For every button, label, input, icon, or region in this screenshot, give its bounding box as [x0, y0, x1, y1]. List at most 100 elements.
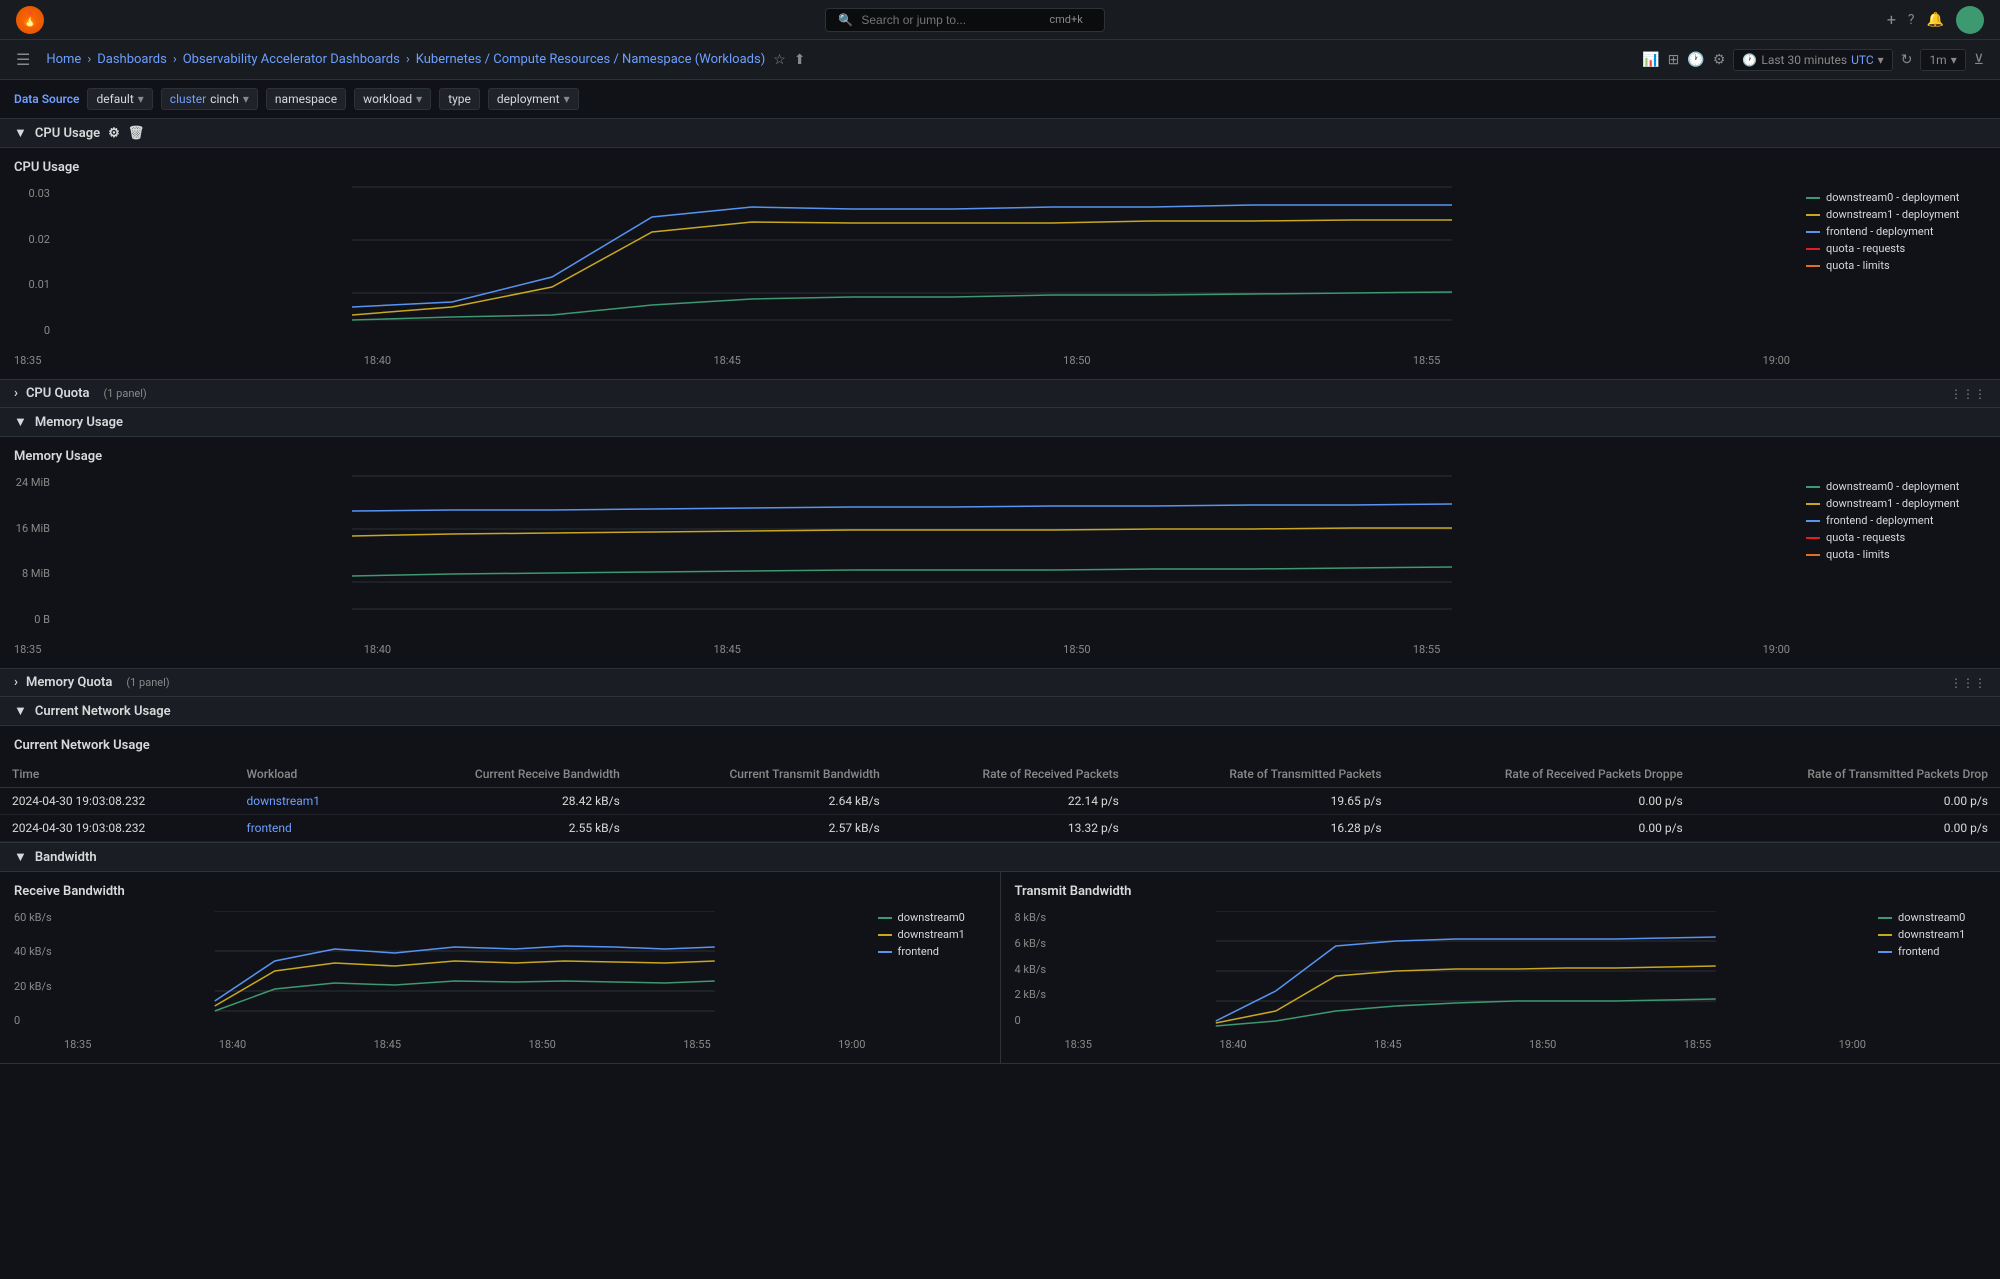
- clock-icon[interactable]: 🕐: [1687, 52, 1704, 68]
- search-input[interactable]: [861, 13, 1041, 27]
- col-trans-pkt: Rate of Transmitted Packets: [1131, 761, 1394, 788]
- bandwidth-collapse-icon: ▼: [14, 849, 27, 865]
- cell-recv-pkt-2: 13.32 p/s: [892, 815, 1131, 842]
- notification-icon[interactable]: 🔔: [1927, 12, 1944, 28]
- memory-quota-section-header[interactable]: › Memory Quota (1 panel) ⋮⋮⋮: [0, 669, 2000, 697]
- breadcrumb-kubernetes[interactable]: Kubernetes / Compute Resources / Namespa…: [416, 52, 766, 67]
- memory-y-axis: 24 MiB 16 MiB 8 MiB 0 B: [14, 476, 54, 626]
- cpu-usage-panel: CPU Usage 0.03 0.02 0.01 0: [0, 148, 2000, 380]
- apps-icon[interactable]: ⊞: [1668, 52, 1680, 68]
- cpu-settings-icon[interactable]: ⚙: [108, 126, 120, 141]
- nav-right: 📊 ⊞ 🕐 ⚙ 🕐 Last 30 minutes UTC ▾ ↻ 1m ▾ ⊻: [1642, 49, 1984, 71]
- receive-chart-svg: [64, 911, 866, 1031]
- nav-bar: ☰ Home › Dashboards › Observability Acce…: [0, 40, 2000, 80]
- share-icon[interactable]: ⬆: [794, 52, 806, 68]
- help-icon[interactable]: ?: [1908, 12, 1915, 28]
- bandwidth-section-header[interactable]: ▼ Bandwidth: [0, 843, 2000, 872]
- breadcrumb-home[interactable]: Home: [46, 52, 81, 67]
- memory-quota-menu-icon[interactable]: ⋮⋮⋮: [1950, 676, 1986, 690]
- cpu-y-axis: 0.03 0.02 0.01 0: [14, 187, 54, 337]
- interval-picker[interactable]: 1m ▾: [1920, 49, 1965, 71]
- filter-bar: Data Source default ▾ cluster cinch ▾ na…: [0, 80, 2000, 119]
- breadcrumb: Home › Dashboards › Observability Accele…: [46, 52, 765, 67]
- cell-workload-2[interactable]: frontend: [235, 815, 380, 842]
- recv-legend-downstream0: downstream0: [878, 911, 986, 924]
- breadcrumb-observability[interactable]: Observability Accelerator Dashboards: [183, 52, 400, 67]
- mem-legend-quota-requests: quota - requests: [1806, 531, 1986, 544]
- receive-bandwidth-chart-container: 60 kB/s 40 kB/s 20 kB/s 0: [14, 911, 986, 1051]
- network-usage-title: ▼ Current Network Usage: [14, 703, 171, 719]
- transmit-bandwidth-title: Transmit Bandwidth: [1015, 884, 1987, 899]
- cpu-trash-icon[interactable]: 🗑: [128, 126, 145, 141]
- memory-collapse-icon: ▼: [14, 414, 27, 430]
- data-source-label[interactable]: Data Source: [14, 92, 79, 106]
- refresh-icon[interactable]: ↻: [1901, 52, 1913, 68]
- legend-downstream0-deployment: downstream0 - deployment: [1806, 191, 1986, 204]
- hamburger-icon[interactable]: ☰: [16, 50, 30, 69]
- namespace-filter[interactable]: namespace: [266, 88, 346, 110]
- star-icon[interactable]: ☆: [773, 52, 786, 68]
- add-icon[interactable]: +: [1887, 10, 1896, 29]
- cell-workload-1[interactable]: downstream1: [235, 788, 380, 815]
- chart-icon[interactable]: 📊: [1642, 52, 1659, 68]
- avatar[interactable]: [1956, 6, 1984, 34]
- legend-color-downstream1: [1806, 214, 1820, 216]
- cpu-quota-section-header[interactable]: › CPU Quota (1 panel) ⋮⋮⋮: [0, 380, 2000, 408]
- settings-icon[interactable]: ⚙: [1713, 52, 1726, 68]
- cpu-chart-container: 0.03 0.02 0.01 0: [14, 187, 1986, 367]
- transmit-bandwidth-chart-container: 8 kB/s 6 kB/s 4 kB/s 2 kB/s 0: [1015, 911, 1987, 1051]
- cpu-usage-section-header[interactable]: ▼ CPU Usage ⚙ 🗑: [0, 119, 2000, 148]
- cpu-quota-actions: ⋮⋮⋮: [1950, 387, 1986, 401]
- network-table: Time Workload Current Receive Bandwidth …: [0, 761, 2000, 842]
- cluster-filter[interactable]: cluster cinch ▾: [161, 88, 258, 110]
- transmit-bandwidth-panel: Transmit Bandwidth 8 kB/s 6 kB/s 4 kB/s …: [1001, 872, 2000, 1063]
- cell-recv-drop-1: 0.00 p/s: [1394, 788, 1695, 815]
- col-trans-drop: Rate of Transmitted Packets Drop: [1695, 761, 2000, 788]
- memory-quota-title: › Memory Quota (1 panel): [14, 675, 170, 690]
- receive-bandwidth-title: Receive Bandwidth: [14, 884, 986, 899]
- receive-bandwidth-panel: Receive Bandwidth 60 kB/s 40 kB/s 20 kB/…: [0, 872, 1001, 1063]
- interval-label: 1m: [1929, 53, 1946, 67]
- col-workload: Workload: [235, 761, 380, 788]
- cpu-quota-menu-icon[interactable]: ⋮⋮⋮: [1950, 387, 1986, 401]
- type-filter-label: type: [448, 92, 471, 106]
- legend-color-frontend: [1806, 231, 1820, 233]
- transmit-chart-svg: [1065, 911, 1867, 1031]
- trans-legend-downstream0: downstream0: [1878, 911, 1986, 924]
- workload-filter[interactable]: workload ▾: [354, 88, 431, 110]
- default-filter-value: default: [96, 92, 133, 106]
- expand-icon[interactable]: ⊻: [1974, 52, 1984, 68]
- mem-legend-color-quota-requests: [1806, 537, 1820, 539]
- type-filter[interactable]: type: [439, 88, 480, 110]
- recv-legend-downstream1: downstream1: [878, 928, 986, 941]
- mem-legend-downstream0: downstream0 - deployment: [1806, 480, 1986, 493]
- workload-filter-label: workload: [363, 92, 412, 106]
- cluster-filter-key: cluster: [170, 92, 206, 106]
- breadcrumb-dashboards[interactable]: Dashboards: [97, 52, 167, 67]
- table-row: 2024-04-30 19:03:08.232 frontend 2.55 kB…: [0, 815, 2000, 842]
- network-usage-section-header[interactable]: ▼ Current Network Usage: [0, 697, 2000, 726]
- legend-frontend-deployment: frontend - deployment: [1806, 225, 1986, 238]
- time-range-clock-icon: 🕐: [1742, 53, 1757, 67]
- mem-legend-quota-limits: quota - limits: [1806, 548, 1986, 561]
- cpu-usage-title: ▼ CPU Usage ⚙ 🗑: [14, 125, 144, 141]
- bandwidth-charts: Receive Bandwidth 60 kB/s 40 kB/s 20 kB/…: [0, 872, 2000, 1064]
- legend-color-quota-limits: [1806, 265, 1820, 267]
- memory-chart-svg: [14, 476, 1790, 636]
- legend-downstream1-deployment: downstream1 - deployment: [1806, 208, 1986, 221]
- legend-color-downstream0: [1806, 197, 1820, 199]
- legend-color-quota-requests: [1806, 248, 1820, 250]
- utc-label: UTC: [1851, 53, 1874, 67]
- search-bar[interactable]: 🔍 cmd+k: [825, 8, 1105, 32]
- default-filter[interactable]: default ▾: [87, 88, 152, 110]
- mem-legend-color-downstream0: [1806, 486, 1820, 488]
- deployment-filter[interactable]: deployment ▾: [488, 88, 579, 110]
- cpu-chart-area: 0.03 0.02 0.01 0: [14, 187, 1790, 367]
- trans-legend-frontend: frontend: [1878, 945, 1986, 958]
- memory-chart-container: 24 MiB 16 MiB 8 MiB 0 B: [14, 476, 1986, 656]
- time-range-picker[interactable]: 🕐 Last 30 minutes UTC ▾: [1733, 49, 1892, 71]
- mem-legend-color-frontend: [1806, 520, 1820, 522]
- cell-trans-bw-1: 2.64 kB/s: [632, 788, 892, 815]
- col-time: Time: [0, 761, 235, 788]
- memory-usage-section-header[interactable]: ▼ Memory Usage: [0, 408, 2000, 437]
